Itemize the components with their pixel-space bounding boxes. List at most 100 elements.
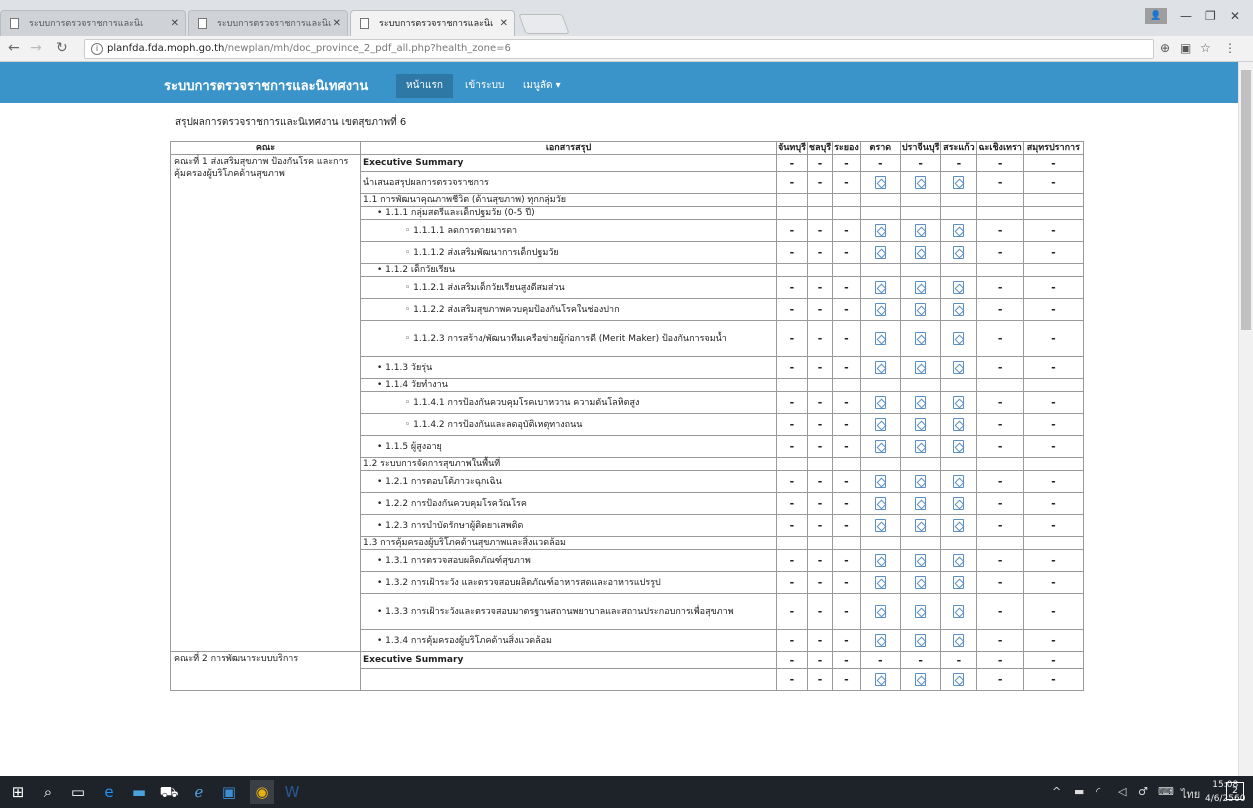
pdf-cell[interactable] bbox=[899, 514, 942, 537]
start-icon[interactable]: ⊞ bbox=[6, 780, 30, 804]
pdf-icon[interactable] bbox=[953, 440, 965, 453]
chrome-icon[interactable]: ◉ bbox=[250, 780, 274, 804]
battery-icon[interactable]: ▬ bbox=[1074, 785, 1084, 798]
restore-icon[interactable]: ❐ bbox=[1205, 9, 1216, 23]
pdf-cell[interactable] bbox=[899, 276, 942, 299]
pdf-icon[interactable] bbox=[953, 246, 965, 259]
task-view-icon[interactable]: ▭ bbox=[66, 780, 90, 804]
pdf-icon[interactable] bbox=[953, 634, 965, 647]
pdf-cell[interactable] bbox=[899, 571, 942, 594]
pdf-icon[interactable] bbox=[915, 224, 927, 237]
url-field[interactable]: i planfda.fda.moph.go.th/newplan/mh/doc_… bbox=[84, 39, 1154, 59]
pdf-icon[interactable] bbox=[915, 519, 927, 532]
pdf-icon[interactable] bbox=[874, 332, 886, 345]
profile-icon[interactable]: 👤 bbox=[1145, 8, 1167, 24]
scrollbar-thumb[interactable] bbox=[1241, 70, 1251, 330]
pdf-cell[interactable] bbox=[899, 435, 942, 458]
pdf-cell[interactable] bbox=[940, 219, 978, 242]
pdf-cell[interactable] bbox=[940, 276, 978, 299]
pdf-icon[interactable] bbox=[874, 497, 886, 510]
pdf-cell[interactable] bbox=[940, 241, 978, 264]
pdf-icon[interactable] bbox=[953, 475, 965, 488]
browser-tab-active[interactable]: ระบบการตรวจราชการและนิเ ✕ bbox=[350, 10, 515, 36]
close-tab-icon[interactable]: ✕ bbox=[171, 11, 179, 36]
pdf-cell[interactable] bbox=[899, 219, 942, 242]
wifi-icon[interactable]: ◜ bbox=[1096, 785, 1100, 798]
pdf-icon[interactable] bbox=[953, 673, 965, 686]
action-center-icon[interactable]: 2 bbox=[1226, 782, 1244, 800]
pdf-cell[interactable] bbox=[940, 629, 978, 652]
pdf-cell[interactable] bbox=[859, 241, 901, 264]
pdf-icon[interactable] bbox=[874, 303, 886, 316]
pdf-icon[interactable] bbox=[915, 246, 927, 259]
pdf-cell[interactable] bbox=[859, 549, 901, 572]
pdf-icon[interactable] bbox=[915, 396, 927, 409]
pdf-icon[interactable] bbox=[915, 303, 927, 316]
pdf-cell[interactable] bbox=[940, 593, 978, 630]
show-hidden-icons[interactable]: ^ bbox=[1052, 785, 1061, 798]
input-language[interactable]: ไทย bbox=[1181, 785, 1200, 803]
pdf-cell[interactable] bbox=[940, 298, 978, 321]
pdf-icon[interactable] bbox=[953, 418, 965, 431]
edge-icon[interactable]: e bbox=[97, 780, 121, 804]
pdf-cell[interactable] bbox=[859, 435, 901, 458]
pdf-icon[interactable] bbox=[953, 605, 965, 618]
pdf-cell[interactable] bbox=[859, 356, 901, 379]
pdf-cell[interactable] bbox=[940, 492, 978, 515]
pdf-icon[interactable] bbox=[953, 576, 965, 589]
volume-icon[interactable]: ◁ bbox=[1118, 785, 1126, 798]
pdf-cell[interactable] bbox=[899, 470, 942, 493]
pdf-icon[interactable] bbox=[953, 303, 965, 316]
pdf-icon[interactable] bbox=[915, 176, 927, 189]
pdf-cell[interactable] bbox=[859, 298, 901, 321]
close-tab-icon[interactable]: ✕ bbox=[500, 11, 508, 36]
pdf-cell[interactable] bbox=[899, 391, 942, 414]
pdf-cell[interactable] bbox=[859, 514, 901, 537]
pdf-icon[interactable] bbox=[874, 246, 886, 259]
nav-login[interactable]: เข้าระบบ bbox=[455, 74, 514, 98]
pdf-cell[interactable] bbox=[899, 549, 942, 572]
browser-menu-icon[interactable]: ⋮ bbox=[1224, 41, 1236, 55]
pdf-icon[interactable] bbox=[874, 554, 886, 567]
pdf-icon[interactable] bbox=[953, 281, 965, 294]
pdf-cell[interactable] bbox=[859, 219, 901, 242]
pdf-cell[interactable] bbox=[940, 413, 978, 436]
pdf-icon[interactable] bbox=[874, 361, 886, 374]
pdf-icon[interactable] bbox=[915, 576, 927, 589]
pdf-icon[interactable] bbox=[915, 281, 927, 294]
vertical-scrollbar[interactable] bbox=[1238, 62, 1253, 776]
pdf-icon[interactable] bbox=[874, 176, 886, 189]
pdf-icon[interactable] bbox=[874, 440, 886, 453]
pdf-icon[interactable] bbox=[953, 554, 965, 567]
pdf-cell[interactable] bbox=[899, 356, 942, 379]
word-icon[interactable]: W bbox=[280, 780, 304, 804]
pdf-icon[interactable] bbox=[953, 176, 965, 189]
pdf-cell[interactable] bbox=[859, 470, 901, 493]
pdf-cell[interactable] bbox=[859, 276, 901, 299]
pdf-cell[interactable] bbox=[859, 668, 901, 691]
bookmark-star-icon[interactable]: ☆ bbox=[1200, 41, 1211, 55]
pdf-cell[interactable] bbox=[940, 435, 978, 458]
pdf-icon[interactable] bbox=[915, 440, 927, 453]
pdf-cell[interactable] bbox=[940, 391, 978, 414]
pdf-icon[interactable] bbox=[874, 475, 886, 488]
pdf-cell[interactable] bbox=[859, 171, 901, 194]
pdf-icon[interactable] bbox=[953, 396, 965, 409]
forward-icon[interactable]: → bbox=[30, 40, 42, 56]
pdf-icon[interactable] bbox=[915, 554, 927, 567]
pdf-icon[interactable] bbox=[915, 673, 927, 686]
pdf-icon[interactable] bbox=[953, 361, 965, 374]
close-window-icon[interactable]: ✕ bbox=[1230, 9, 1240, 23]
keyboard-icon[interactable]: ⌨ bbox=[1158, 785, 1174, 798]
back-icon[interactable]: ← bbox=[8, 40, 20, 56]
pdf-cell[interactable] bbox=[940, 356, 978, 379]
pdf-cell[interactable] bbox=[940, 470, 978, 493]
browser-tab[interactable]: ระบบการตรวจราชการและนิเ ✕ bbox=[188, 10, 348, 36]
close-tab-icon[interactable]: ✕ bbox=[333, 11, 341, 36]
pdf-icon[interactable] bbox=[915, 605, 927, 618]
file-explorer-icon[interactable]: ▬ bbox=[127, 780, 151, 804]
translate-icon[interactable]: ▣ bbox=[1180, 41, 1191, 55]
media-app-icon[interactable]: ▣ bbox=[217, 780, 241, 804]
pdf-icon[interactable] bbox=[874, 673, 886, 686]
pdf-icon[interactable] bbox=[874, 576, 886, 589]
